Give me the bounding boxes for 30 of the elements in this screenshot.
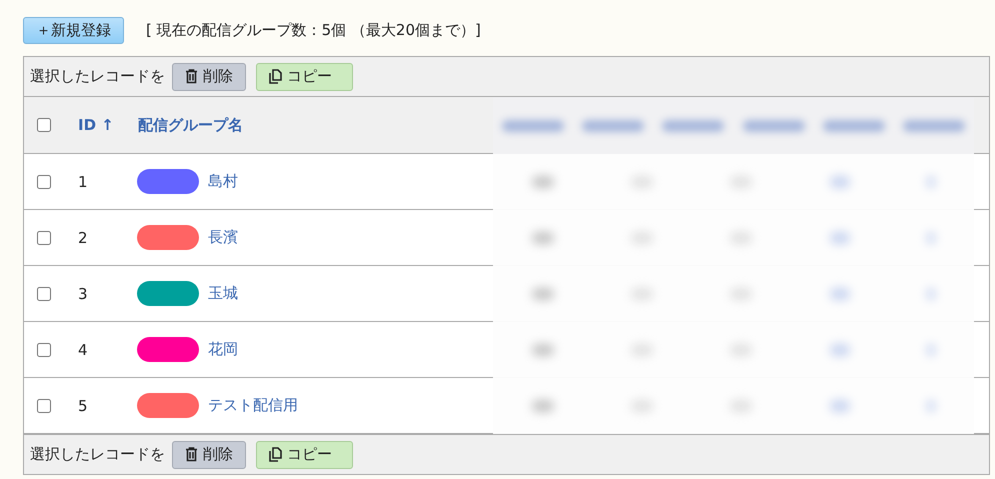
row-checkbox[interactable] xyxy=(37,398,51,412)
new-registration-button[interactable]: ＋新規登録 xyxy=(23,16,124,44)
select-all-checkbox[interactable] xyxy=(37,118,51,132)
id-cell-text: 2 xyxy=(78,228,89,246)
toolbar-label: 選択したレコードを xyxy=(30,445,165,464)
group-name-link[interactable]: 花岡 xyxy=(208,340,238,359)
group-name-link[interactable]: 長濱 xyxy=(208,228,238,247)
toolbar-label: 選択したレコードを xyxy=(30,67,165,86)
id-cell-text: 3 xyxy=(78,284,89,302)
id-cell-text: 1 xyxy=(78,172,89,190)
row-checkbox[interactable] xyxy=(37,174,51,188)
copy-icon xyxy=(269,69,282,84)
row-checkbox[interactable] xyxy=(37,342,51,356)
id-cell-text: 5 xyxy=(78,396,89,414)
copy-button[interactable]: コピー xyxy=(256,62,353,90)
group-name-column-header[interactable]: 配信グループ名 xyxy=(138,116,243,134)
id-cell-text: 4 xyxy=(78,340,89,358)
row-checkbox[interactable] xyxy=(37,286,51,300)
copy-button[interactable]: コピー xyxy=(256,440,353,468)
row-checkbox[interactable] xyxy=(37,230,51,244)
group-count-text: [ 現在の配信グループ数：5個 （最大20個まで）] xyxy=(146,20,481,40)
copy-icon xyxy=(269,447,282,462)
group-name-link[interactable]: テスト配信用 xyxy=(208,396,298,415)
group-name-link[interactable]: 島村 xyxy=(208,172,238,191)
trash-icon xyxy=(185,447,198,462)
delete-button[interactable]: 削除 xyxy=(172,62,246,90)
delete-button[interactable]: 削除 xyxy=(172,440,246,468)
trash-icon xyxy=(185,69,198,84)
id-column-header[interactable]: ID ↑ xyxy=(78,116,138,134)
group-name-link[interactable]: 玉城 xyxy=(208,284,238,303)
